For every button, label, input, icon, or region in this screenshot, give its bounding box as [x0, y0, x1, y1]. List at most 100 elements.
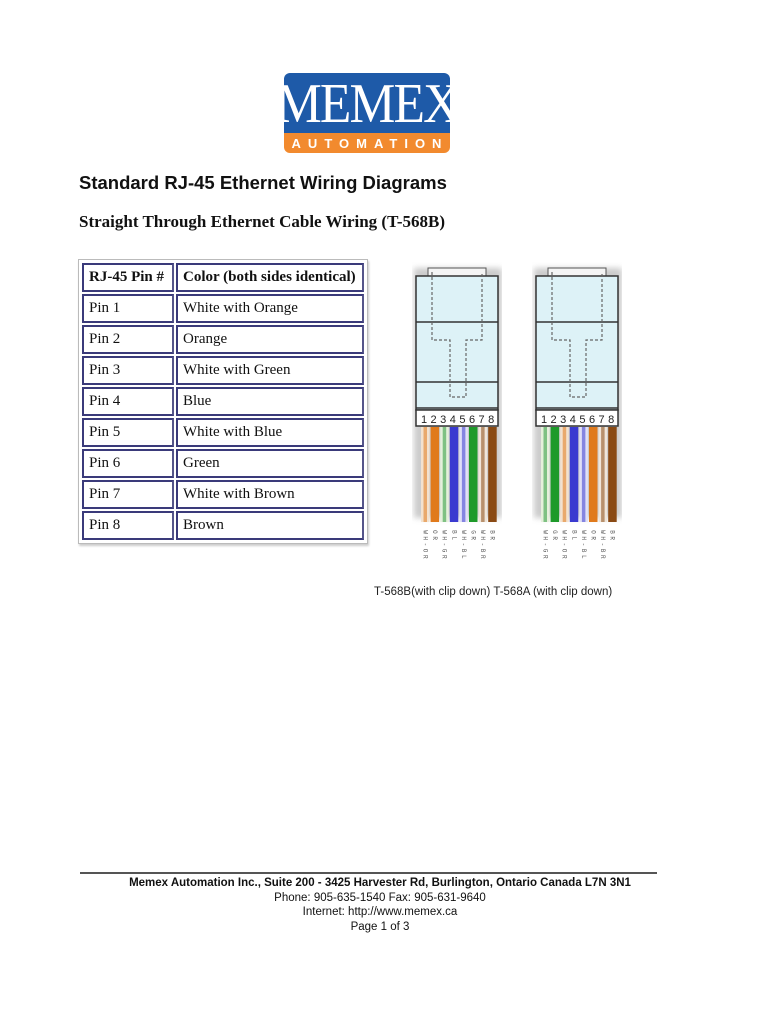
- color-cell: White with Blue: [176, 418, 364, 447]
- pin-cell: Pin 2: [82, 325, 174, 354]
- footer-internet: Internet: http://www.memex.ca: [302, 906, 458, 918]
- wire-code-label: H: [580, 536, 587, 540]
- wire-code-label: G: [542, 549, 549, 553]
- wire-code-label: W: [460, 530, 467, 534]
- wire-code-label: R: [422, 555, 429, 559]
- color-cell: Blue: [176, 387, 364, 416]
- pin-number: 4: [570, 414, 576, 426]
- color-cell: White with Green: [176, 356, 364, 385]
- wire-code-label: W: [441, 530, 448, 534]
- wire-code-label: -: [561, 543, 568, 547]
- wire-stripe: [543, 427, 547, 522]
- pin-number: 3: [560, 414, 566, 426]
- wire-br: [488, 427, 497, 522]
- wire-code-label: -: [460, 543, 467, 547]
- table-row: Pin 3 White with Green: [82, 356, 364, 385]
- connector-body: [415, 275, 499, 411]
- pin-number: 8: [608, 414, 614, 426]
- wire-code-label: B: [570, 530, 577, 534]
- wire-code-label: L: [570, 536, 577, 540]
- connector-t568b: 12345678WH-ORORWH-GRBLWH-BLGRWH-BRBR: [412, 262, 502, 567]
- color-cell: Orange: [176, 325, 364, 354]
- wire-code-label: R: [599, 555, 606, 559]
- connector-body: [535, 275, 619, 411]
- diagram-caption: T-568B(with clip down) T-568A (with clip…: [374, 586, 613, 598]
- connector-diagram: 1 2 3 4 5 6 7 8WH-ORORWH-GRBLWH-BLGRWH-BRBR: [414, 267, 502, 559]
- wire-bl: [569, 427, 579, 522]
- wire-code-label: R: [479, 555, 486, 559]
- wire-or: [589, 427, 598, 522]
- header-pin: RJ-45 Pin #: [82, 263, 174, 292]
- pin-cell: Pin 1: [82, 294, 174, 323]
- table-row: Pin 2 Orange: [82, 325, 364, 354]
- pin-number: 5: [579, 414, 585, 426]
- wire-code-label: H: [479, 536, 486, 540]
- wire-or: [430, 427, 440, 522]
- wire-code-label: R: [590, 536, 597, 540]
- document-title: Standard RJ-45 Ethernet Wiring Diagrams: [79, 172, 447, 193]
- wire-code-label: -: [599, 543, 606, 547]
- pin-number: 1: [421, 414, 427, 426]
- wire-code-label: O: [590, 530, 597, 534]
- wire-stripe: [581, 427, 586, 522]
- pin-number: 6: [469, 414, 475, 426]
- wire-code-label: H: [561, 536, 568, 540]
- wire-code-label: G: [551, 530, 558, 534]
- wire-code-label: O: [431, 530, 438, 534]
- pin-number: 4: [450, 414, 456, 426]
- wire-code-label: R: [489, 536, 496, 540]
- table-header-row: RJ-45 Pin # Color (both sides identical): [82, 263, 364, 292]
- wire-gr: [550, 427, 560, 522]
- footer-page-number: Page 1 of 3: [350, 920, 410, 933]
- logo-text: MEMEX: [275, 73, 460, 135]
- pin-cell: Pin 5: [82, 418, 174, 447]
- wire-code-label: W: [599, 530, 606, 534]
- wire-code-label: G: [470, 530, 477, 534]
- wire-stripe: [461, 427, 466, 522]
- wire-code-label: B: [609, 530, 616, 534]
- logo-tagline: AUTOMATION: [284, 133, 450, 153]
- wire-code-label: O: [422, 549, 429, 553]
- wire-code-label: B: [489, 530, 496, 534]
- color-cell: White with Brown: [176, 480, 364, 509]
- wire-code-label: O: [561, 549, 568, 553]
- logo-tagline-text: AUTOMATION: [291, 135, 449, 151]
- wire-gr: [469, 427, 478, 522]
- table-row: Pin 8 Brown: [82, 511, 364, 540]
- wire-code-label: W: [561, 530, 568, 534]
- wire-code-label: R: [551, 536, 558, 540]
- wire-bl: [449, 427, 459, 522]
- wire-code-label: R: [441, 555, 448, 559]
- pin-number: 7: [599, 414, 605, 426]
- wire-code-label: G: [441, 549, 448, 553]
- wire-code-label: H: [599, 536, 606, 540]
- wire-code-label: B: [479, 549, 486, 553]
- pin-number-strip: [535, 409, 619, 427]
- table-row: Pin 4 Blue: [82, 387, 364, 416]
- footer: Memex Automation Inc., Suite 200 - 3425 …: [80, 876, 680, 934]
- footer-divider: [80, 872, 657, 874]
- wire-code-label: R: [561, 555, 568, 559]
- wire-stripe: [423, 427, 427, 522]
- logo-wordmark: MEMEX: [276, 73, 460, 133]
- pin-number: 6: [589, 414, 595, 426]
- pin-number: 2: [551, 414, 557, 426]
- pin-number: 3: [440, 414, 446, 426]
- wire-code-label: W: [479, 530, 486, 534]
- footer-phone: Phone: 905-635-1540 Fax: 905-631-9640: [274, 891, 486, 904]
- wire-stripe: [442, 427, 447, 522]
- wire-code-label: R: [609, 536, 616, 540]
- pin-cell: Pin 7: [82, 480, 174, 509]
- wire-code-label: -: [542, 543, 549, 547]
- pin-number-strip: [415, 409, 499, 427]
- footer-address: Memex Automation Inc., Suite 200 - 3425 …: [129, 877, 631, 889]
- wire-code-label: W: [422, 530, 429, 534]
- color-cell: Green: [176, 449, 364, 478]
- wire-code-label: B: [599, 549, 606, 553]
- pin-number: 7: [479, 414, 485, 426]
- wire-code-label: L: [460, 555, 467, 559]
- pin-cell: Pin 8: [82, 511, 174, 540]
- wire-code-label: R: [542, 555, 549, 559]
- table-row: Pin 6 Green: [82, 449, 364, 478]
- pin-number: 1: [541, 414, 547, 426]
